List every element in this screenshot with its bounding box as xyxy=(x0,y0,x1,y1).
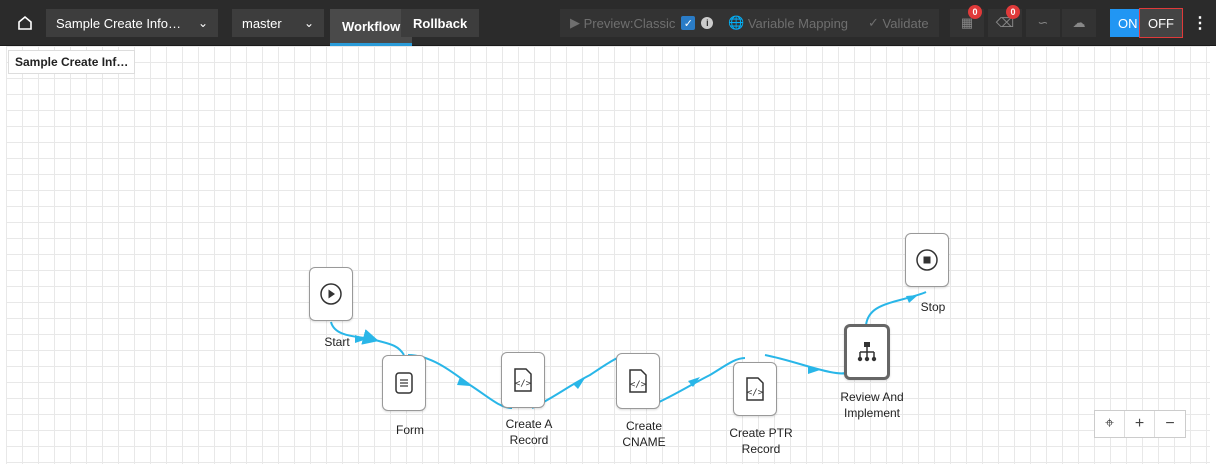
zoom-controls: ⌖ + − xyxy=(1094,410,1186,438)
code-file-icon: </> xyxy=(514,368,532,392)
svg-text:</>: </> xyxy=(747,388,764,398)
stop-icon xyxy=(916,249,938,271)
code-file-icon: </> xyxy=(746,377,764,401)
node-create-cname[interactable]: </> xyxy=(616,353,660,409)
arrow-head xyxy=(573,378,585,389)
play-icon xyxy=(320,283,342,305)
node-form[interactable] xyxy=(382,355,426,411)
svg-text:</>: </> xyxy=(515,379,532,389)
form-icon xyxy=(395,372,413,394)
node-start[interactable] xyxy=(309,267,353,321)
hierarchy-icon xyxy=(857,342,877,362)
node-label-create-ptr-record: Create PTR Record xyxy=(729,426,793,456)
node-review-and-implement[interactable] xyxy=(844,324,890,380)
node-label-create-a-record: Create A Record xyxy=(505,417,553,447)
recenter-icon[interactable]: ⌖ xyxy=(1095,411,1125,437)
node-label-create-cname: Create CNAME xyxy=(622,419,666,449)
zoom-out-button[interactable]: − xyxy=(1155,411,1185,437)
node-label-stop: Stop xyxy=(920,300,946,314)
connector-layer xyxy=(330,291,927,409)
code-file-icon: </> xyxy=(629,369,647,393)
node-create-ptr-record[interactable]: </> xyxy=(733,362,777,416)
node-stop[interactable] xyxy=(905,233,949,287)
node-label-review-and-implement: Review And Implement xyxy=(840,390,904,420)
node-label-form: Form xyxy=(396,423,424,437)
zoom-in-button[interactable]: + xyxy=(1125,411,1155,437)
svg-text:</>: </> xyxy=(630,380,647,390)
node-create-a-record[interactable]: </> xyxy=(501,352,545,408)
connector-ptr-review xyxy=(764,354,849,375)
arrow-head xyxy=(457,377,470,386)
node-label-start: Start xyxy=(324,335,350,349)
